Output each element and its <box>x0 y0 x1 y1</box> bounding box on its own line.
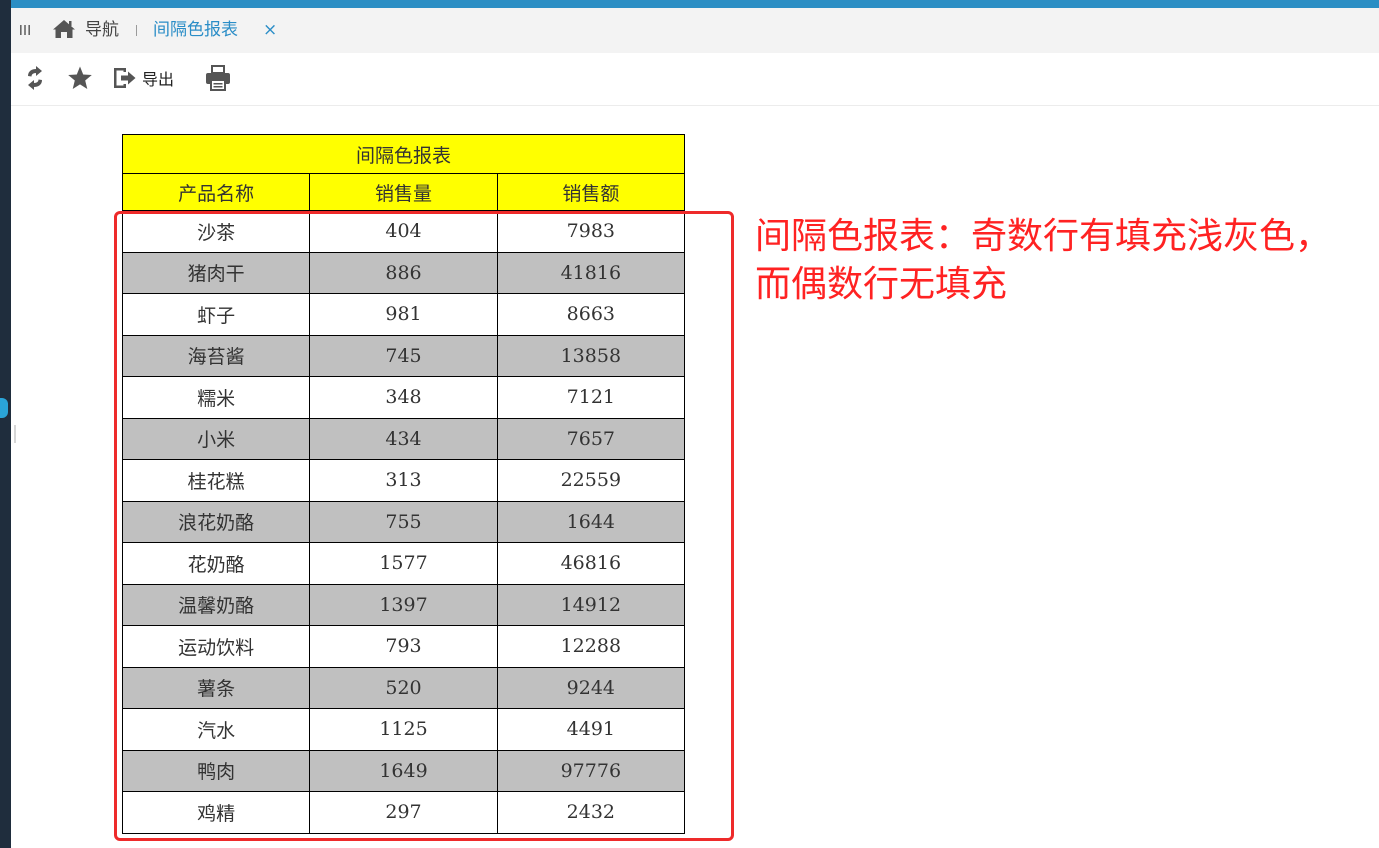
left-side-panel <box>0 0 11 848</box>
table-row: 猪肉干 886 41816 <box>121 251 686 294</box>
cell-product-name: 花奶酪 <box>121 542 311 585</box>
cell-sales-volume: 1125 <box>309 708 498 751</box>
cell-product-name: 虾子 <box>121 293 311 336</box>
cell-sales-amount: 22559 <box>496 459 686 502</box>
cell-sales-amount: 7983 <box>496 210 686 253</box>
cell-sales-volume: 404 <box>309 210 498 253</box>
cell-sales-amount: 1644 <box>496 500 686 543</box>
export-label: 导出 <box>142 70 175 89</box>
cell-sales-amount: 14912 <box>496 583 686 626</box>
export-button[interactable]: 导出 <box>112 65 174 91</box>
toolbar: 导出 <box>11 53 1379 106</box>
tab-interval-color-report[interactable]: 间隔色报表 <box>153 19 238 41</box>
annotation-line-1: 间隔色报表：奇数行有填充浅灰色， <box>755 216 1332 257</box>
resize-handle[interactable] <box>14 425 16 443</box>
table-row: 花奶酪 1577 46816 <box>121 542 686 585</box>
cell-sales-amount: 9244 <box>496 666 686 709</box>
annotation-line-2: 而偶数行无填充 <box>755 264 1008 305</box>
cell-product-name: 浪花奶酪 <box>121 500 311 543</box>
cell-sales-amount: 13858 <box>496 334 686 377</box>
cell-product-name: 鸡精 <box>121 791 311 834</box>
cell-sales-volume: 1649 <box>309 749 498 792</box>
cell-sales-amount: 4491 <box>496 708 686 751</box>
column-header-sales-volume: 销售量 <box>309 173 498 211</box>
cell-sales-amount: 8663 <box>496 293 686 336</box>
table-row: 海苔酱 745 13858 <box>121 334 686 377</box>
table-row: 鸡精 297 2432 <box>121 791 686 834</box>
cell-product-name: 沙茶 <box>121 210 311 253</box>
cell-sales-amount: 12288 <box>496 625 686 668</box>
cell-sales-volume: 1577 <box>309 542 498 585</box>
print-icon[interactable] <box>205 64 231 92</box>
cell-sales-volume: 434 <box>309 417 498 460</box>
top-accent-bar <box>0 0 1379 8</box>
cell-sales-volume: 886 <box>309 251 498 294</box>
cell-product-name: 小米 <box>121 417 311 460</box>
interval-color-report-table: 间隔色报表 产品名称 销售量 销售额 沙茶 404 7983 猪肉干 886 41816 虾… <box>121 134 686 834</box>
cell-product-name: 薯条 <box>121 666 311 709</box>
cell-sales-volume: 520 <box>309 666 498 709</box>
table-row: 沙茶 404 7983 <box>121 210 686 253</box>
nav-tab-label[interactable]: 导航 <box>85 19 119 41</box>
star-icon[interactable] <box>67 65 93 91</box>
cell-sales-volume: 745 <box>309 334 498 377</box>
cell-product-name: 运动饮料 <box>121 625 311 668</box>
export-icon <box>114 68 136 88</box>
refresh-icon[interactable] <box>24 66 46 90</box>
table-row: 温馨奶酪 1397 14912 <box>121 583 686 626</box>
cell-sales-amount: 41816 <box>496 251 686 294</box>
table-row: 浪花奶酪 755 1644 <box>121 500 686 543</box>
column-header-product-name: 产品名称 <box>121 173 311 211</box>
table-row: 虾子 981 8663 <box>121 293 686 336</box>
table-row: 小米 434 7657 <box>121 417 686 460</box>
cell-sales-volume: 313 <box>309 459 498 502</box>
cell-product-name: 汽水 <box>121 708 311 751</box>
cell-sales-amount: 2432 <box>496 791 686 834</box>
table-row: 汽水 1125 4491 <box>121 708 686 751</box>
table-row: 运动饮料 793 12288 <box>121 625 686 668</box>
cell-sales-volume: 348 <box>309 376 498 419</box>
cell-product-name: 温馨奶酪 <box>121 583 311 626</box>
cell-sales-amount: 46816 <box>496 542 686 585</box>
cell-product-name: 桂花糕 <box>121 459 311 502</box>
report-title-row: 间隔色报表 <box>122 134 685 174</box>
cell-product-name: 糯米 <box>121 376 311 419</box>
tab-separator <box>136 25 137 36</box>
cell-sales-volume: 981 <box>309 293 498 336</box>
table-row: 薯条 520 9244 <box>121 666 686 709</box>
cell-sales-volume: 793 <box>309 625 498 668</box>
table-row: 鸭肉 1649 97776 <box>121 749 686 792</box>
menu-icon[interactable] <box>19 24 31 36</box>
report-header-row: 产品名称 销售量 销售额 <box>121 173 686 211</box>
cell-product-name: 海苔酱 <box>121 334 311 377</box>
home-icon[interactable] <box>52 19 76 39</box>
cell-sales-volume: 297 <box>309 791 498 834</box>
cell-product-name: 鸭肉 <box>121 749 311 792</box>
cell-sales-volume: 1397 <box>309 583 498 626</box>
tab-bar: 导航 间隔色报表 × <box>11 8 1379 54</box>
cell-sales-volume: 755 <box>309 500 498 543</box>
cell-sales-amount: 97776 <box>496 749 686 792</box>
cell-sales-amount: 7121 <box>496 376 686 419</box>
column-header-sales-amount: 销售额 <box>496 173 686 211</box>
cell-sales-amount: 7657 <box>496 417 686 460</box>
table-row: 桂花糕 313 22559 <box>121 459 686 502</box>
cell-product-name: 猪肉干 <box>121 251 311 294</box>
annotation-text: 间隔色报表：奇数行有填充浅灰色， 而偶数行无填充 <box>755 213 1370 309</box>
table-row: 糯米 348 7121 <box>121 376 686 419</box>
side-panel-toggle[interactable] <box>0 398 8 418</box>
report-title: 间隔色报表 <box>122 134 685 174</box>
close-icon[interactable]: × <box>263 19 277 41</box>
